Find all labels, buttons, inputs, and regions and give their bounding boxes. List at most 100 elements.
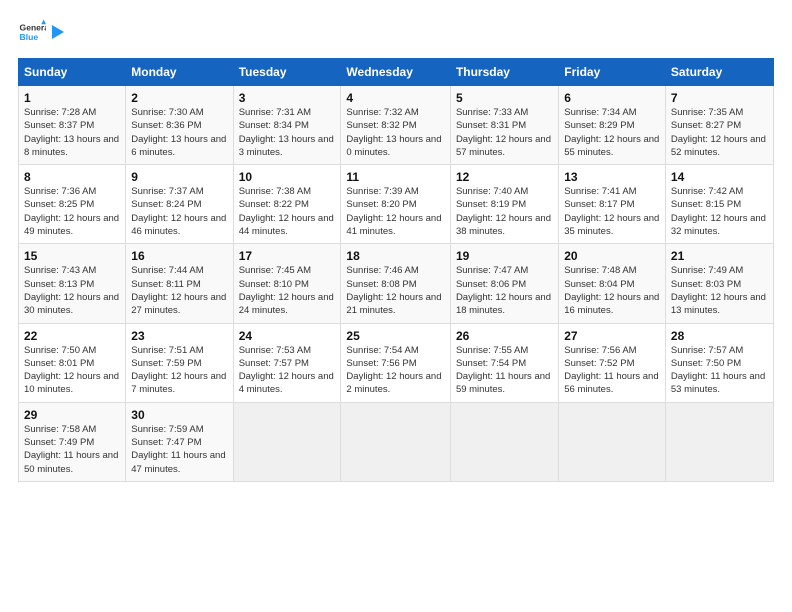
- day-info: Sunrise: 7:56 AMSunset: 7:52 PMDaylight:…: [564, 344, 660, 397]
- calendar-cell: 27Sunrise: 7:56 AMSunset: 7:52 PMDayligh…: [559, 323, 666, 402]
- day-number: 6: [564, 91, 660, 105]
- calendar-week-4: 22Sunrise: 7:50 AMSunset: 8:01 PMDayligh…: [19, 323, 774, 402]
- day-number: 10: [239, 170, 336, 184]
- day-number: 25: [346, 329, 445, 343]
- calendar-cell: 5Sunrise: 7:33 AMSunset: 8:31 PMDaylight…: [450, 86, 558, 165]
- day-info: Sunrise: 7:28 AMSunset: 8:37 PMDaylight:…: [24, 106, 120, 159]
- calendar-cell: 4Sunrise: 7:32 AMSunset: 8:32 PMDaylight…: [341, 86, 451, 165]
- day-header-sunday: Sunday: [19, 59, 126, 86]
- day-number: 4: [346, 91, 445, 105]
- calendar-cell: 17Sunrise: 7:45 AMSunset: 8:10 PMDayligh…: [233, 244, 341, 323]
- day-number: 19: [456, 249, 553, 263]
- day-number: 27: [564, 329, 660, 343]
- calendar-week-2: 8Sunrise: 7:36 AMSunset: 8:25 PMDaylight…: [19, 165, 774, 244]
- day-header-tuesday: Tuesday: [233, 59, 341, 86]
- calendar-cell: 21Sunrise: 7:49 AMSunset: 8:03 PMDayligh…: [665, 244, 773, 323]
- calendar-cell: [341, 402, 451, 481]
- day-number: 5: [456, 91, 553, 105]
- day-info: Sunrise: 7:53 AMSunset: 7:57 PMDaylight:…: [239, 344, 336, 397]
- calendar-cell: 28Sunrise: 7:57 AMSunset: 7:50 PMDayligh…: [665, 323, 773, 402]
- day-number: 28: [671, 329, 768, 343]
- calendar-cell: 12Sunrise: 7:40 AMSunset: 8:19 PMDayligh…: [450, 165, 558, 244]
- calendar-week-1: 1Sunrise: 7:28 AMSunset: 8:37 PMDaylight…: [19, 86, 774, 165]
- logo-arrow-icon: [50, 21, 64, 43]
- day-number: 17: [239, 249, 336, 263]
- logo-icon: General Blue: [18, 18, 46, 46]
- day-info: Sunrise: 7:35 AMSunset: 8:27 PMDaylight:…: [671, 106, 768, 159]
- day-number: 2: [131, 91, 227, 105]
- day-info: Sunrise: 7:32 AMSunset: 8:32 PMDaylight:…: [346, 106, 445, 159]
- day-header-saturday: Saturday: [665, 59, 773, 86]
- day-info: Sunrise: 7:41 AMSunset: 8:17 PMDaylight:…: [564, 185, 660, 238]
- page: General Blue Su: [0, 0, 792, 612]
- header: General Blue: [18, 18, 774, 46]
- calendar-cell: [665, 402, 773, 481]
- calendar-cell: 19Sunrise: 7:47 AMSunset: 8:06 PMDayligh…: [450, 244, 558, 323]
- calendar-week-3: 15Sunrise: 7:43 AMSunset: 8:13 PMDayligh…: [19, 244, 774, 323]
- calendar-cell: [233, 402, 341, 481]
- calendar-cell: 13Sunrise: 7:41 AMSunset: 8:17 PMDayligh…: [559, 165, 666, 244]
- day-info: Sunrise: 7:50 AMSunset: 8:01 PMDaylight:…: [24, 344, 120, 397]
- day-number: 29: [24, 408, 120, 422]
- day-number: 20: [564, 249, 660, 263]
- day-number: 11: [346, 170, 445, 184]
- day-info: Sunrise: 7:38 AMSunset: 8:22 PMDaylight:…: [239, 185, 336, 238]
- calendar-cell: 29Sunrise: 7:58 AMSunset: 7:49 PMDayligh…: [19, 402, 126, 481]
- calendar-cell: 11Sunrise: 7:39 AMSunset: 8:20 PMDayligh…: [341, 165, 451, 244]
- calendar-cell: [559, 402, 666, 481]
- day-number: 12: [456, 170, 553, 184]
- calendar-cell: 24Sunrise: 7:53 AMSunset: 7:57 PMDayligh…: [233, 323, 341, 402]
- day-number: 23: [131, 329, 227, 343]
- calendar-cell: 18Sunrise: 7:46 AMSunset: 8:08 PMDayligh…: [341, 244, 451, 323]
- day-number: 26: [456, 329, 553, 343]
- day-number: 7: [671, 91, 768, 105]
- day-info: Sunrise: 7:54 AMSunset: 7:56 PMDaylight:…: [346, 344, 445, 397]
- day-info: Sunrise: 7:49 AMSunset: 8:03 PMDaylight:…: [671, 264, 768, 317]
- calendar-cell: 30Sunrise: 7:59 AMSunset: 7:47 PMDayligh…: [126, 402, 233, 481]
- day-number: 16: [131, 249, 227, 263]
- day-info: Sunrise: 7:33 AMSunset: 8:31 PMDaylight:…: [456, 106, 553, 159]
- day-info: Sunrise: 7:31 AMSunset: 8:34 PMDaylight:…: [239, 106, 336, 159]
- day-info: Sunrise: 7:36 AMSunset: 8:25 PMDaylight:…: [24, 185, 120, 238]
- day-number: 8: [24, 170, 120, 184]
- calendar-week-5: 29Sunrise: 7:58 AMSunset: 7:49 PMDayligh…: [19, 402, 774, 481]
- day-number: 22: [24, 329, 120, 343]
- calendar-cell: 22Sunrise: 7:50 AMSunset: 8:01 PMDayligh…: [19, 323, 126, 402]
- calendar-cell: 7Sunrise: 7:35 AMSunset: 8:27 PMDaylight…: [665, 86, 773, 165]
- day-number: 18: [346, 249, 445, 263]
- day-number: 24: [239, 329, 336, 343]
- day-header-wednesday: Wednesday: [341, 59, 451, 86]
- day-info: Sunrise: 7:57 AMSunset: 7:50 PMDaylight:…: [671, 344, 768, 397]
- day-info: Sunrise: 7:51 AMSunset: 7:59 PMDaylight:…: [131, 344, 227, 397]
- calendar-cell: 23Sunrise: 7:51 AMSunset: 7:59 PMDayligh…: [126, 323, 233, 402]
- day-number: 9: [131, 170, 227, 184]
- calendar-cell: 3Sunrise: 7:31 AMSunset: 8:34 PMDaylight…: [233, 86, 341, 165]
- calendar-cell: 26Sunrise: 7:55 AMSunset: 7:54 PMDayligh…: [450, 323, 558, 402]
- day-info: Sunrise: 7:48 AMSunset: 8:04 PMDaylight:…: [564, 264, 660, 317]
- day-header-friday: Friday: [559, 59, 666, 86]
- day-header-thursday: Thursday: [450, 59, 558, 86]
- day-header-monday: Monday: [126, 59, 233, 86]
- day-info: Sunrise: 7:47 AMSunset: 8:06 PMDaylight:…: [456, 264, 553, 317]
- day-info: Sunrise: 7:42 AMSunset: 8:15 PMDaylight:…: [671, 185, 768, 238]
- svg-text:Blue: Blue: [20, 32, 39, 42]
- calendar-cell: 16Sunrise: 7:44 AMSunset: 8:11 PMDayligh…: [126, 244, 233, 323]
- calendar-cell: 25Sunrise: 7:54 AMSunset: 7:56 PMDayligh…: [341, 323, 451, 402]
- day-info: Sunrise: 7:43 AMSunset: 8:13 PMDaylight:…: [24, 264, 120, 317]
- calendar-cell: 10Sunrise: 7:38 AMSunset: 8:22 PMDayligh…: [233, 165, 341, 244]
- days-header-row: SundayMondayTuesdayWednesdayThursdayFrid…: [19, 59, 774, 86]
- day-info: Sunrise: 7:58 AMSunset: 7:49 PMDaylight:…: [24, 423, 120, 476]
- day-info: Sunrise: 7:46 AMSunset: 8:08 PMDaylight:…: [346, 264, 445, 317]
- day-number: 30: [131, 408, 227, 422]
- calendar-cell: 6Sunrise: 7:34 AMSunset: 8:29 PMDaylight…: [559, 86, 666, 165]
- day-info: Sunrise: 7:30 AMSunset: 8:36 PMDaylight:…: [131, 106, 227, 159]
- day-info: Sunrise: 7:39 AMSunset: 8:20 PMDaylight:…: [346, 185, 445, 238]
- day-number: 3: [239, 91, 336, 105]
- calendar-cell: 20Sunrise: 7:48 AMSunset: 8:04 PMDayligh…: [559, 244, 666, 323]
- logo: General Blue: [18, 18, 64, 46]
- calendar-cell: 15Sunrise: 7:43 AMSunset: 8:13 PMDayligh…: [19, 244, 126, 323]
- calendar-cell: [450, 402, 558, 481]
- day-info: Sunrise: 7:44 AMSunset: 8:11 PMDaylight:…: [131, 264, 227, 317]
- calendar-cell: 1Sunrise: 7:28 AMSunset: 8:37 PMDaylight…: [19, 86, 126, 165]
- day-number: 21: [671, 249, 768, 263]
